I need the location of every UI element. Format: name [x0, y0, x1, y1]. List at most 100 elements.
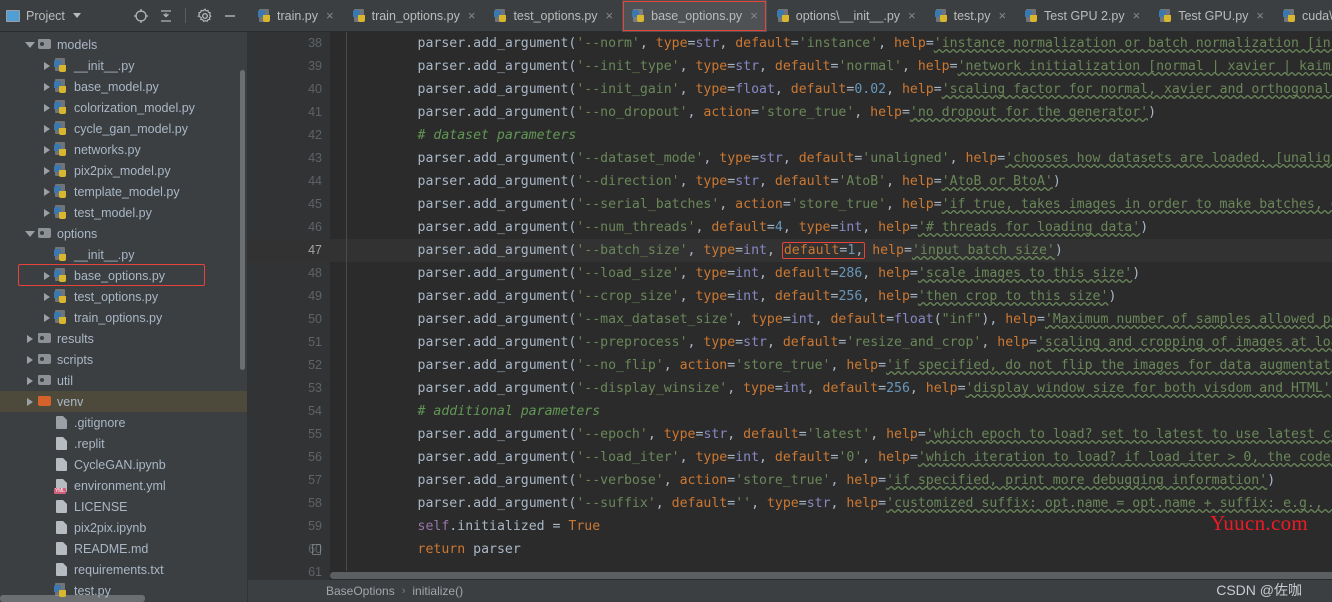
breadcrumb-class[interactable]: BaseOptions [326, 584, 395, 598]
tree-item-options[interactable]: options [0, 223, 247, 244]
tree-item-license[interactable]: LICENSE [0, 496, 247, 517]
code-line[interactable]: parser.add_argument('--display_winsize',… [330, 377, 1332, 400]
code-line[interactable]: parser.add_argument('--direction', type=… [330, 170, 1061, 193]
close-icon[interactable]: × [606, 9, 614, 22]
code-fold-icon[interactable] [312, 544, 321, 555]
chevron-down-icon[interactable] [23, 41, 37, 48]
project-tree[interactable]: models __init__.py base_model.py colorizati… [0, 32, 248, 602]
breadcrumb[interactable]: BaseOptions › initialize() [248, 580, 1332, 602]
chevron-right-icon[interactable] [40, 313, 54, 322]
chevron-right-icon[interactable] [40, 187, 54, 196]
code-line[interactable]: return parser [330, 538, 521, 561]
collapse-all-icon[interactable] [158, 8, 174, 24]
breadcrumb-method[interactable]: initialize() [412, 584, 463, 598]
tree-item--gitignore[interactable]: .gitignore [0, 412, 247, 433]
chevron-right-icon[interactable] [40, 208, 54, 217]
chevron-right-icon[interactable] [40, 292, 54, 301]
close-icon[interactable]: × [1256, 9, 1264, 22]
tree-item--replit[interactable]: .replit [0, 433, 247, 454]
selected-token[interactable]: default=1, [781, 242, 866, 259]
tree-item-cycle-gan-model-py[interactable]: cycle_gan_model.py [0, 118, 247, 139]
code-content[interactable]: parser.add_argument('--norm', type=str, … [330, 32, 1332, 580]
tree-item-networks-py[interactable]: networks.py [0, 139, 247, 160]
code-line[interactable]: parser.add_argument('--load_size', type=… [330, 262, 1141, 285]
code-line[interactable]: parser.add_argument('--suffix', default=… [330, 492, 1332, 515]
chevron-right-icon[interactable] [40, 61, 54, 70]
close-icon[interactable]: × [750, 9, 758, 22]
close-icon[interactable]: × [468, 9, 476, 22]
code-line[interactable]: parser.add_argument('--max_dataset_size'… [330, 308, 1332, 331]
code-line[interactable]: parser.add_argument('--init_gain', type=… [330, 78, 1332, 101]
editor-text-area[interactable]: 38 39 40 41 42 43 44 45 46 47 48 49 50 51 52 53 54 55 56 57… [248, 32, 1332, 580]
chevron-right-icon[interactable] [40, 82, 54, 91]
chevron-right-icon[interactable] [23, 376, 37, 385]
chevron-down-icon[interactable] [72, 13, 81, 18]
code-line[interactable]: self.initialized = True [330, 515, 601, 538]
tree-item-test-py[interactable]: test.py [0, 580, 247, 601]
editor-tab-bar[interactable]: train.py × train_options.py × test_options.p… [248, 0, 1332, 32]
code-line[interactable]: parser.add_argument('--epoch', type=str,… [330, 423, 1332, 446]
code-line[interactable]: # dataset parameters [330, 124, 577, 147]
tree-item-test-options-py[interactable]: test_options.py [0, 286, 247, 307]
chevron-right-icon[interactable] [23, 334, 37, 343]
editor-tab-test-py[interactable]: test.py × [924, 0, 1016, 32]
code-editor[interactable]: 38 39 40 41 42 43 44 45 46 47 48 49 50 51 52 53 54 55 56 57… [248, 32, 1332, 602]
editor-gutter[interactable]: 38 39 40 41 42 43 44 45 46 47 48 49 50 51 52 53 54 55 56 57… [248, 32, 330, 580]
code-line[interactable]: parser.add_argument('--no_flip', action=… [330, 354, 1332, 377]
chevron-right-icon[interactable] [40, 103, 54, 112]
editor-tab-train-options-py[interactable]: train_options.py × [342, 0, 485, 32]
code-line[interactable]: parser.add_argument('--no_dropout', acti… [330, 101, 1157, 124]
close-icon[interactable]: × [998, 9, 1006, 22]
chevron-down-icon[interactable] [23, 230, 37, 237]
project-title-dropdown[interactable]: Project [6, 9, 81, 23]
code-line[interactable]: parser.add_argument('--serial_batches', … [330, 193, 1332, 216]
editor-tab-base-options-py[interactable]: base_options.py × [622, 0, 767, 32]
chevron-right-icon[interactable] [23, 355, 37, 364]
tree-item-colorization-model-py[interactable]: colorization_model.py [0, 97, 247, 118]
tree-item-util[interactable]: util [0, 370, 247, 391]
tree-item-train-options-py[interactable]: train_options.py [0, 307, 247, 328]
chevron-right-icon[interactable] [40, 271, 54, 280]
code-line[interactable]: parser.add_argument('--num_threads', def… [330, 216, 1149, 239]
code-line[interactable]: parser.add_argument('--batch_size', type… [330, 239, 1063, 262]
tree-item-scripts[interactable]: scripts [0, 349, 247, 370]
editor-tab-test-gpu-py[interactable]: Test GPU.py × [1149, 0, 1273, 32]
editor-tab-test-options-py[interactable]: test_options.py × [484, 0, 623, 32]
code-line[interactable]: parser.add_argument('--preprocess', type… [330, 331, 1332, 354]
code-line[interactable]: parser.add_argument('--init_type', type=… [330, 55, 1332, 78]
tree-item-pix2pix-model-py[interactable]: pix2pix_model.py [0, 160, 247, 181]
editor-tab-test-gpu-2-py[interactable]: Test GPU 2.py × [1015, 0, 1150, 32]
tree-item-base-options-py[interactable]: base_options.py [0, 265, 247, 286]
editor-tab-options-init-py[interactable]: options\__init__.py × [766, 0, 925, 32]
tree-item--init-py[interactable]: __init__.py [0, 244, 247, 265]
locate-icon[interactable] [133, 8, 149, 24]
tree-item-cyclegan-ipynb[interactable]: CycleGAN.ipynb [0, 454, 247, 475]
tree-item-test-model-py[interactable]: test_model.py [0, 202, 247, 223]
tree-item-environment-yml[interactable]: YML environment.yml [0, 475, 247, 496]
tree-item-pix2pix-ipynb[interactable]: pix2pix.ipynb [0, 517, 247, 538]
chevron-right-icon[interactable] [23, 397, 37, 406]
tree-item-readme-md[interactable]: README.md [0, 538, 247, 559]
close-icon[interactable]: × [1133, 9, 1141, 22]
minimize-icon[interactable] [222, 8, 238, 24]
tree-item-results[interactable]: results [0, 328, 247, 349]
tree-item-template-model-py[interactable]: template_model.py [0, 181, 247, 202]
editor-horizontal-scrollbar[interactable] [330, 571, 1332, 580]
close-icon[interactable]: × [326, 9, 334, 22]
code-line[interactable]: parser.add_argument('--dataset_mode', ty… [330, 147, 1332, 170]
code-line[interactable]: parser.add_argument('--load_iter', type=… [330, 446, 1332, 469]
code-line[interactable]: parser.add_argument('--norm', type=str, … [330, 32, 1332, 55]
gear-icon[interactable] [197, 7, 213, 24]
tree-item-venv[interactable]: venv [0, 391, 247, 412]
close-icon[interactable]: × [908, 9, 916, 22]
tree-item--init-py[interactable]: __init__.py [0, 55, 247, 76]
tree-item-base-model-py[interactable]: base_model.py [0, 76, 247, 97]
chevron-right-icon[interactable] [40, 145, 54, 154]
editor-tab-cuda-i[interactable]: cuda\__i [1273, 0, 1332, 32]
tree-item-models[interactable]: models [0, 34, 247, 55]
chevron-right-icon[interactable] [40, 166, 54, 175]
code-line[interactable]: # additional parameters [330, 400, 601, 423]
code-line[interactable]: parser.add_argument('--verbose', action=… [330, 469, 1276, 492]
tree-item-requirements-txt[interactable]: requirements.txt [0, 559, 247, 580]
chevron-right-icon[interactable] [40, 124, 54, 133]
